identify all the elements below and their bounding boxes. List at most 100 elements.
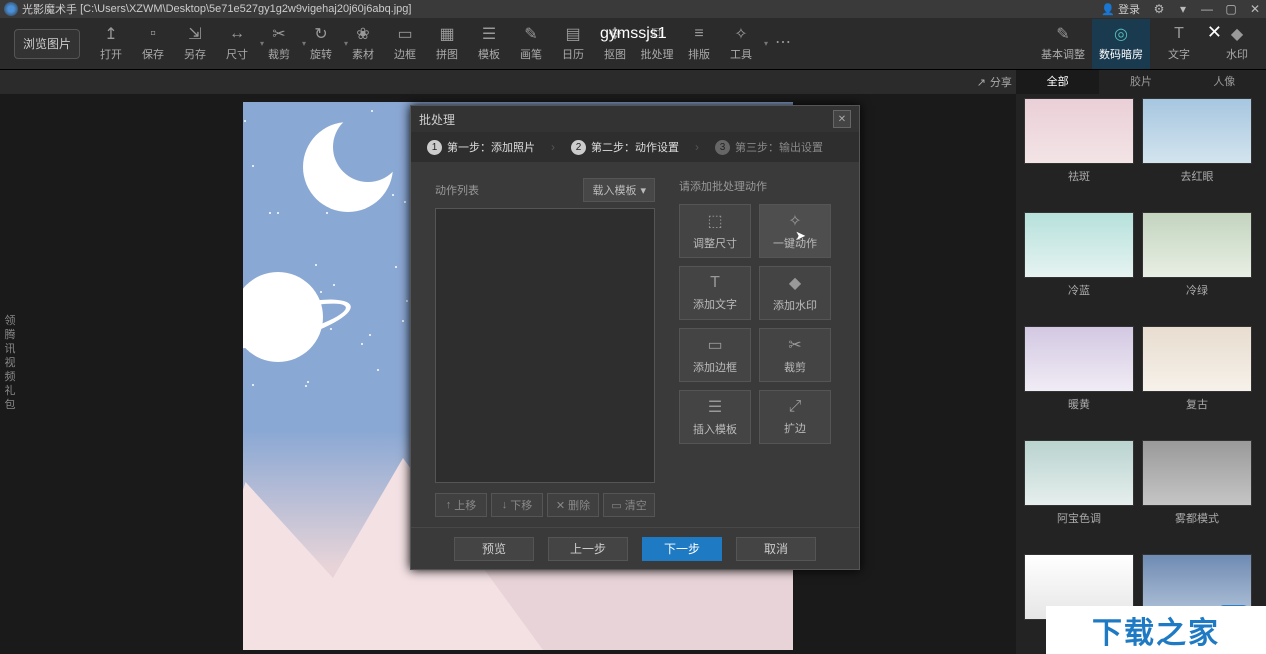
effect-thumb[interactable]	[1024, 98, 1134, 164]
effect-thumb[interactable]	[1142, 212, 1252, 278]
effect-thumb[interactable]	[1142, 326, 1252, 392]
effect-card[interactable]: 复古	[1142, 326, 1252, 432]
settings-icon[interactable]: ⚙	[1148, 1, 1170, 17]
modal-下一步[interactable]: 下一步	[642, 537, 722, 561]
tool-打开[interactable]: ↥打开	[90, 19, 132, 69]
dropdown-icon[interactable]: ▾	[1172, 1, 1194, 17]
tool-日历[interactable]: ▤日历	[552, 19, 594, 69]
op-调整尺寸[interactable]: ⬚调整尺寸	[679, 204, 751, 258]
tool-icon: ❀	[354, 25, 372, 43]
app-name: 光影魔术手	[22, 1, 77, 17]
op-扩边[interactable]: ⤢扩边	[759, 390, 831, 444]
action-list[interactable]	[435, 208, 655, 483]
tool-icon: ▤	[564, 25, 582, 43]
op-一键动作[interactable]: ✧一键动作	[759, 204, 831, 258]
rp-tab-胶片[interactable]: 胶片	[1099, 70, 1182, 94]
app-icon	[4, 2, 18, 16]
effect-thumb[interactable]	[1142, 440, 1252, 506]
promo-sidebar[interactable]: 领腾讯视频礼包	[0, 94, 20, 654]
op-插入模板[interactable]: ☰插入模板	[679, 390, 751, 444]
modal-close-icon[interactable]: ✕	[833, 110, 851, 128]
tool-icon: ▦	[438, 25, 456, 43]
tool-排版[interactable]: ≡排版	[678, 19, 720, 69]
tool-另存[interactable]: ⇲另存	[174, 19, 216, 69]
ab-icon: ↗	[977, 76, 986, 89]
list-删除[interactable]: ✕删除	[547, 493, 599, 517]
ab-分享[interactable]: ↗分享	[977, 74, 1012, 90]
step-2[interactable]: 2第二步：动作设置	[555, 132, 695, 162]
mode-icon: ◆	[1228, 25, 1246, 43]
modal-取消[interactable]: 取消	[736, 537, 816, 561]
effect-card[interactable]: 阿宝色调	[1024, 440, 1134, 546]
effect-card[interactable]: 冷蓝	[1024, 212, 1134, 318]
effect-card[interactable]: 祛斑	[1024, 98, 1134, 204]
rp-tab-人像[interactable]: 人像	[1183, 70, 1266, 94]
effect-thumb[interactable]	[1024, 440, 1134, 506]
tool-more[interactable]: ⋯	[762, 19, 804, 69]
op-裁剪[interactable]: ✂裁剪	[759, 328, 831, 382]
effect-thumb[interactable]	[1142, 98, 1252, 164]
op-icon: ◆	[789, 273, 801, 293]
window-controls: 👤登录 ⚙ ▾ — ▢ ✕	[1095, 1, 1266, 17]
tool-保存[interactable]: ▫保存	[132, 19, 174, 69]
tool-icon: ≡	[690, 25, 708, 43]
list-清空[interactable]: ▭清空	[603, 493, 655, 517]
effect-card[interactable]: 去红眼	[1142, 98, 1252, 204]
op-icon: ✧	[788, 211, 801, 231]
modal-预览[interactable]: 预览	[454, 537, 534, 561]
tool-边框[interactable]: ▭边框	[384, 19, 426, 69]
effect-thumb[interactable]	[1024, 212, 1134, 278]
mode-icon: ✎	[1054, 25, 1072, 43]
chevron-down-icon: ▾	[640, 184, 646, 197]
action-list-title: 动作列表	[435, 182, 479, 198]
tool-icon: ⇲	[186, 25, 204, 43]
effect-thumb[interactable]	[1024, 326, 1134, 392]
minimize-icon[interactable]: —	[1196, 1, 1218, 17]
tool-裁剪[interactable]: ✂裁剪▾	[258, 19, 300, 69]
tool-icon: ⋯	[774, 33, 792, 51]
tool-尺寸[interactable]: ↔尺寸▾	[216, 19, 258, 69]
tool-icon: ✂	[270, 25, 288, 43]
effect-card[interactable]: 冷绿	[1142, 212, 1252, 318]
tool-模板[interactable]: ☰模板	[468, 19, 510, 69]
modal-上一步[interactable]: 上一步	[548, 537, 628, 561]
op-icon: ✂	[788, 335, 801, 355]
close-icon[interactable]: ✕	[1244, 1, 1266, 17]
effect-card[interactable]: 暖黄	[1024, 326, 1134, 432]
list-上移[interactable]: ↑上移	[435, 493, 487, 517]
login-button[interactable]: 👤登录	[1095, 1, 1146, 17]
tool-icon: ↥	[102, 25, 120, 43]
tool-icon: ☰	[480, 25, 498, 43]
tool-工具[interactable]: ✧工具▾	[720, 19, 762, 69]
mode-基本调整[interactable]: ✎基本调整	[1034, 19, 1092, 69]
modal-titlebar[interactable]: 批处理 ✕	[411, 106, 859, 132]
modal-steps: 1第一步：添加照片›2第二步：动作设置›3第三步：输出设置	[411, 132, 859, 162]
step-3[interactable]: 3第三步：输出设置	[699, 132, 839, 162]
effect-card[interactable]: 雾都模式	[1142, 440, 1252, 546]
maximize-icon[interactable]: ▢	[1220, 1, 1242, 17]
overlay-text: gymssjs1	[600, 25, 667, 43]
overlay-close-icon[interactable]: ✕	[1207, 22, 1222, 43]
list-下移[interactable]: ↓下移	[491, 493, 543, 517]
tool-icon: ↔	[228, 25, 246, 43]
tool-素材[interactable]: ❀素材	[342, 19, 384, 69]
tool-icon: ▭	[396, 25, 414, 43]
tool-icon: ▫	[144, 25, 162, 43]
op-添加水印[interactable]: ◆添加水印	[759, 266, 831, 320]
op-icon: T	[710, 274, 720, 292]
tool-旋转[interactable]: ↻旋转▾	[300, 19, 342, 69]
file-path: [C:\Users\XZWM\Desktop\5e71e527gy1g2w9vi…	[80, 3, 411, 15]
rp-tab-全部[interactable]: 全部	[1016, 70, 1099, 94]
tool-画笔[interactable]: ✎画笔	[510, 19, 552, 69]
op-添加边框[interactable]: ▭添加边框	[679, 328, 751, 382]
tool-拼图[interactable]: ▦拼图	[426, 19, 468, 69]
batch-modal: 批处理 ✕ 1第一步：添加照片›2第二步：动作设置›3第三步：输出设置 动作列表…	[410, 105, 860, 570]
mode-icon: T	[1170, 25, 1188, 43]
op-添加文字[interactable]: T添加文字	[679, 266, 751, 320]
mode-文字[interactable]: T文字	[1150, 19, 1208, 69]
load-template-button[interactable]: 载入模板▾	[583, 178, 655, 202]
browse-images-button[interactable]: 浏览图片	[14, 29, 80, 59]
tool-icon: ✧	[732, 25, 750, 43]
step-1[interactable]: 1第一步：添加照片	[411, 132, 551, 162]
mode-数码暗房[interactable]: ◎数码暗房	[1092, 19, 1150, 69]
